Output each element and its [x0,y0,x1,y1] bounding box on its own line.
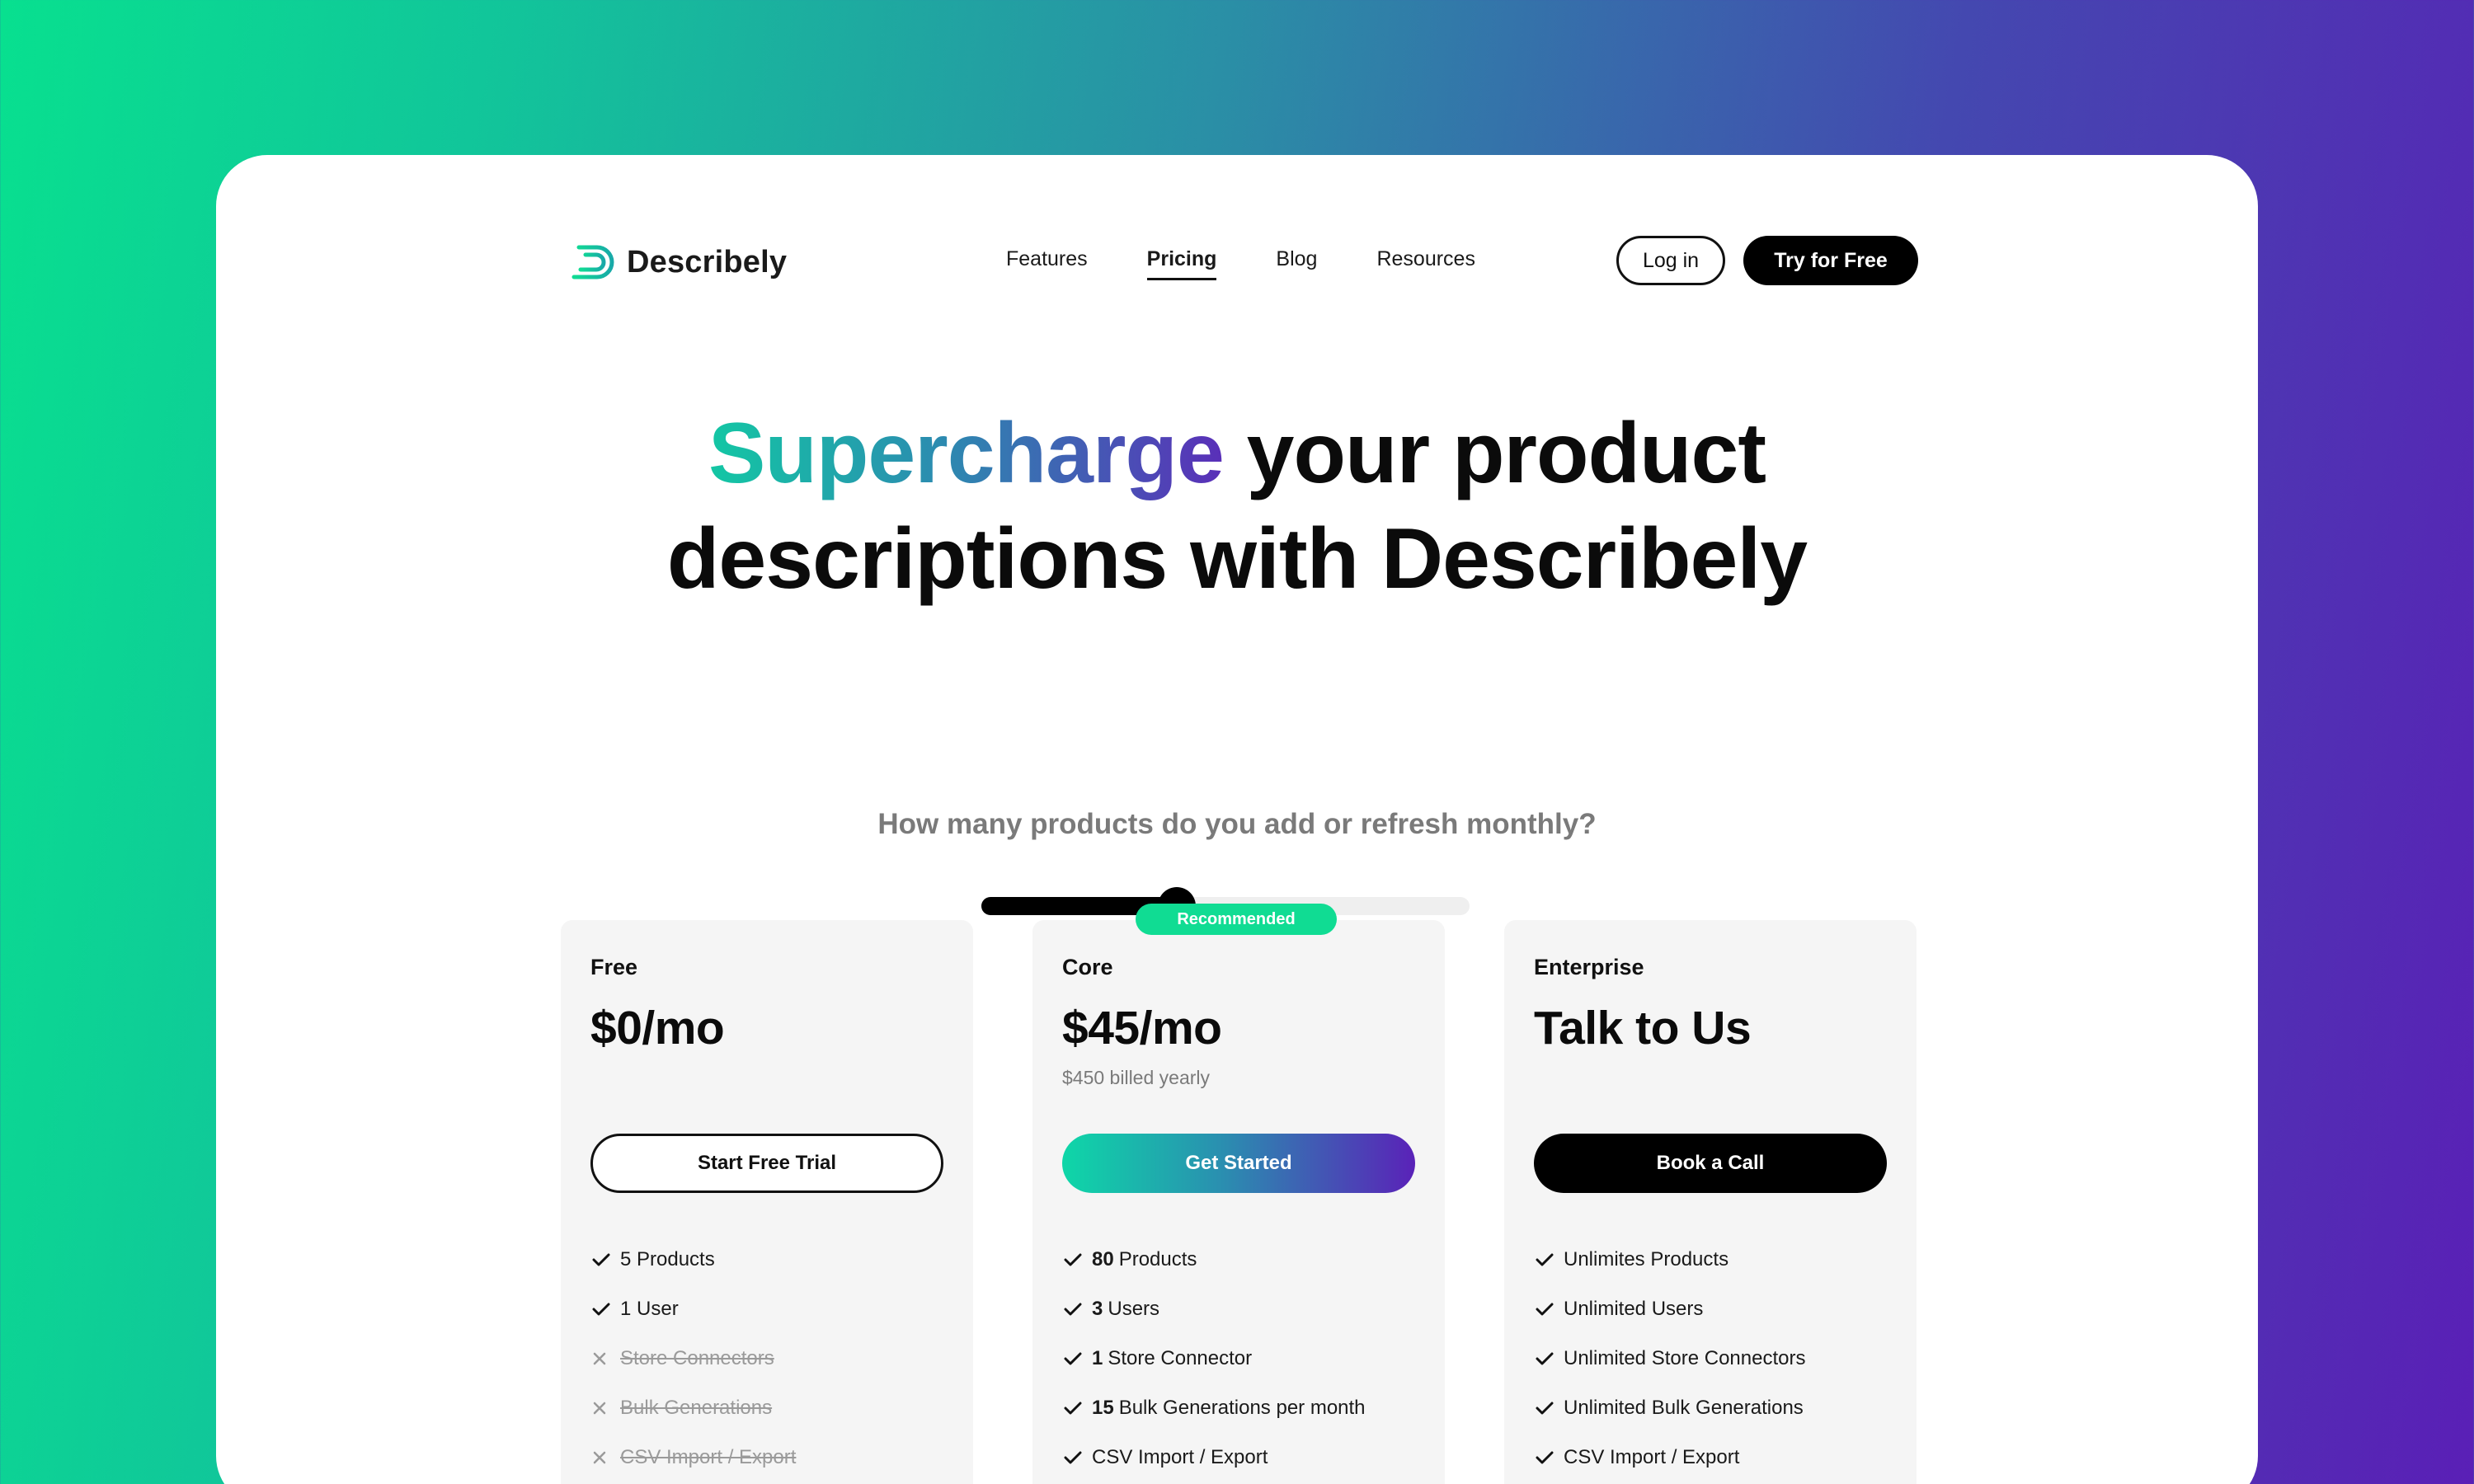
x-icon [592,1450,620,1465]
feature-list: 80 Products 3 Users 1 Store Connector 15 Bulk G… [1064,1235,1366,1482]
feature-item: 15 Bulk Generations per month [1064,1383,1366,1433]
check-icon [1536,1252,1564,1267]
feature-item: Unlimited Users [1536,1284,1805,1334]
brand-name: Describely [627,244,788,279]
feature-item: Store Connectors [592,1334,796,1383]
feature-item: 5 Products [592,1235,796,1284]
hero-highlight: Supercharge [708,406,1225,501]
feature-quantity: 15 [1092,1397,1114,1419]
feature-text: Unlimited Bulk Generations [1564,1397,1804,1419]
nav-links: Features Pricing Blog Resources [1006,247,1475,280]
plan-name: Core [1062,955,1113,979]
plan-name: Free [590,955,638,979]
hero-heading: Supercharge your product descriptions wi… [216,401,2258,612]
products-question: How many products do you add or refresh … [877,808,1597,840]
feature-list: 5 Products 1 User Store Connectors Bulk Gen… [592,1235,796,1482]
feature-quantity: 3 [1092,1298,1103,1320]
feature-item: Unlimited Store Connectors [1536,1334,1805,1383]
feature-item: Unlimited Bulk Generations [1536,1383,1805,1433]
check-icon [1064,1252,1092,1267]
nav-link-blog[interactable]: Blog [1276,247,1317,280]
feature-text: Store Connectors [620,1347,774,1369]
feature-quantity: 80 [1092,1248,1114,1270]
nav-link-features[interactable]: Features [1006,247,1088,280]
feature-text: Unlimites Products [1564,1248,1729,1270]
feature-list: Unlimites Products Unlimited Users Unlimit… [1536,1235,1805,1482]
feature-item: CSV Import / Export [1064,1433,1366,1482]
feature-item: Bulk Generations [592,1383,796,1433]
plan-price: Talk to Us [1534,1002,1752,1054]
feature-item: 3 Users [1064,1284,1366,1334]
check-icon [1064,1401,1092,1416]
check-icon [1536,1450,1564,1465]
check-icon [592,1252,620,1267]
feature-text: Unlimited Store Connectors [1564,1347,1806,1369]
feature-item: Unlimites Products [1536,1235,1805,1284]
describely-logo-icon [556,245,614,279]
top-navigation: Describely Features Pricing Blog Resourc… [216,155,2258,361]
x-icon [592,1351,620,1366]
feature-item: CSV Import / Export [592,1433,796,1482]
plan-card-enterprise: Enterprise Talk to Us Book a Call Unlimi… [1504,920,1917,1484]
get-started-button[interactable]: Get Started [1062,1134,1415,1193]
feature-item: CSV Import / Export [1536,1433,1805,1482]
feature-text: Users [1108,1298,1160,1320]
hero-line2: descriptions with Describely [666,511,1808,607]
feature-text: Store Connector [1108,1347,1253,1369]
feature-text: Unlimited Users [1564,1298,1704,1320]
check-icon [1536,1302,1564,1317]
feature-text: CSV Import / Export [1564,1446,1740,1468]
feature-quantity: 1 [1092,1347,1103,1369]
feature-text: CSV Import / Export [1092,1446,1268,1468]
book-a-call-button[interactable]: Book a Call [1534,1134,1887,1193]
plan-card-free: Free $0/mo Start Free Trial 5 Products 1 … [561,920,973,1484]
recommended-badge: Recommended [1136,904,1337,935]
try-for-free-button[interactable]: Try for Free [1743,236,1918,285]
check-icon [1064,1351,1092,1366]
start-free-trial-button[interactable]: Start Free Trial [590,1134,943,1193]
hero-line1-rest: your product [1223,406,1766,501]
login-button[interactable]: Log in [1616,236,1725,285]
nav-link-pricing[interactable]: Pricing [1146,247,1217,280]
feature-text: 1 User [620,1298,679,1320]
check-icon [1536,1351,1564,1366]
check-icon [592,1302,620,1317]
feature-text: Bulk Generations [620,1397,773,1419]
plan-price: $45/mo [1062,1002,1222,1054]
feature-text: Products [1118,1248,1197,1270]
feature-text: Bulk Generations per month [1118,1397,1366,1419]
main-card: Describely Features Pricing Blog Resourc… [216,155,2258,1484]
plan-name: Enterprise [1534,955,1644,979]
brand-logo[interactable]: Describely [556,242,787,282]
check-icon [1064,1302,1092,1317]
feature-text: 5 Products [620,1248,715,1270]
plan-price: $0/mo [590,1002,725,1054]
plan-billing-note: $450 billed yearly [1062,1067,1211,1088]
check-icon [1536,1401,1564,1416]
feature-item: 1 Store Connector [1064,1334,1366,1383]
x-icon [592,1401,620,1416]
feature-text: CSV Import / Export [620,1446,797,1468]
nav-link-resources[interactable]: Resources [1376,247,1475,280]
check-icon [1064,1450,1092,1465]
plan-card-core: Core $45/mo $450 billed yearly Get Start… [1032,920,1445,1484]
feature-item: 80 Products [1064,1235,1366,1284]
feature-item: 1 User [592,1284,796,1334]
